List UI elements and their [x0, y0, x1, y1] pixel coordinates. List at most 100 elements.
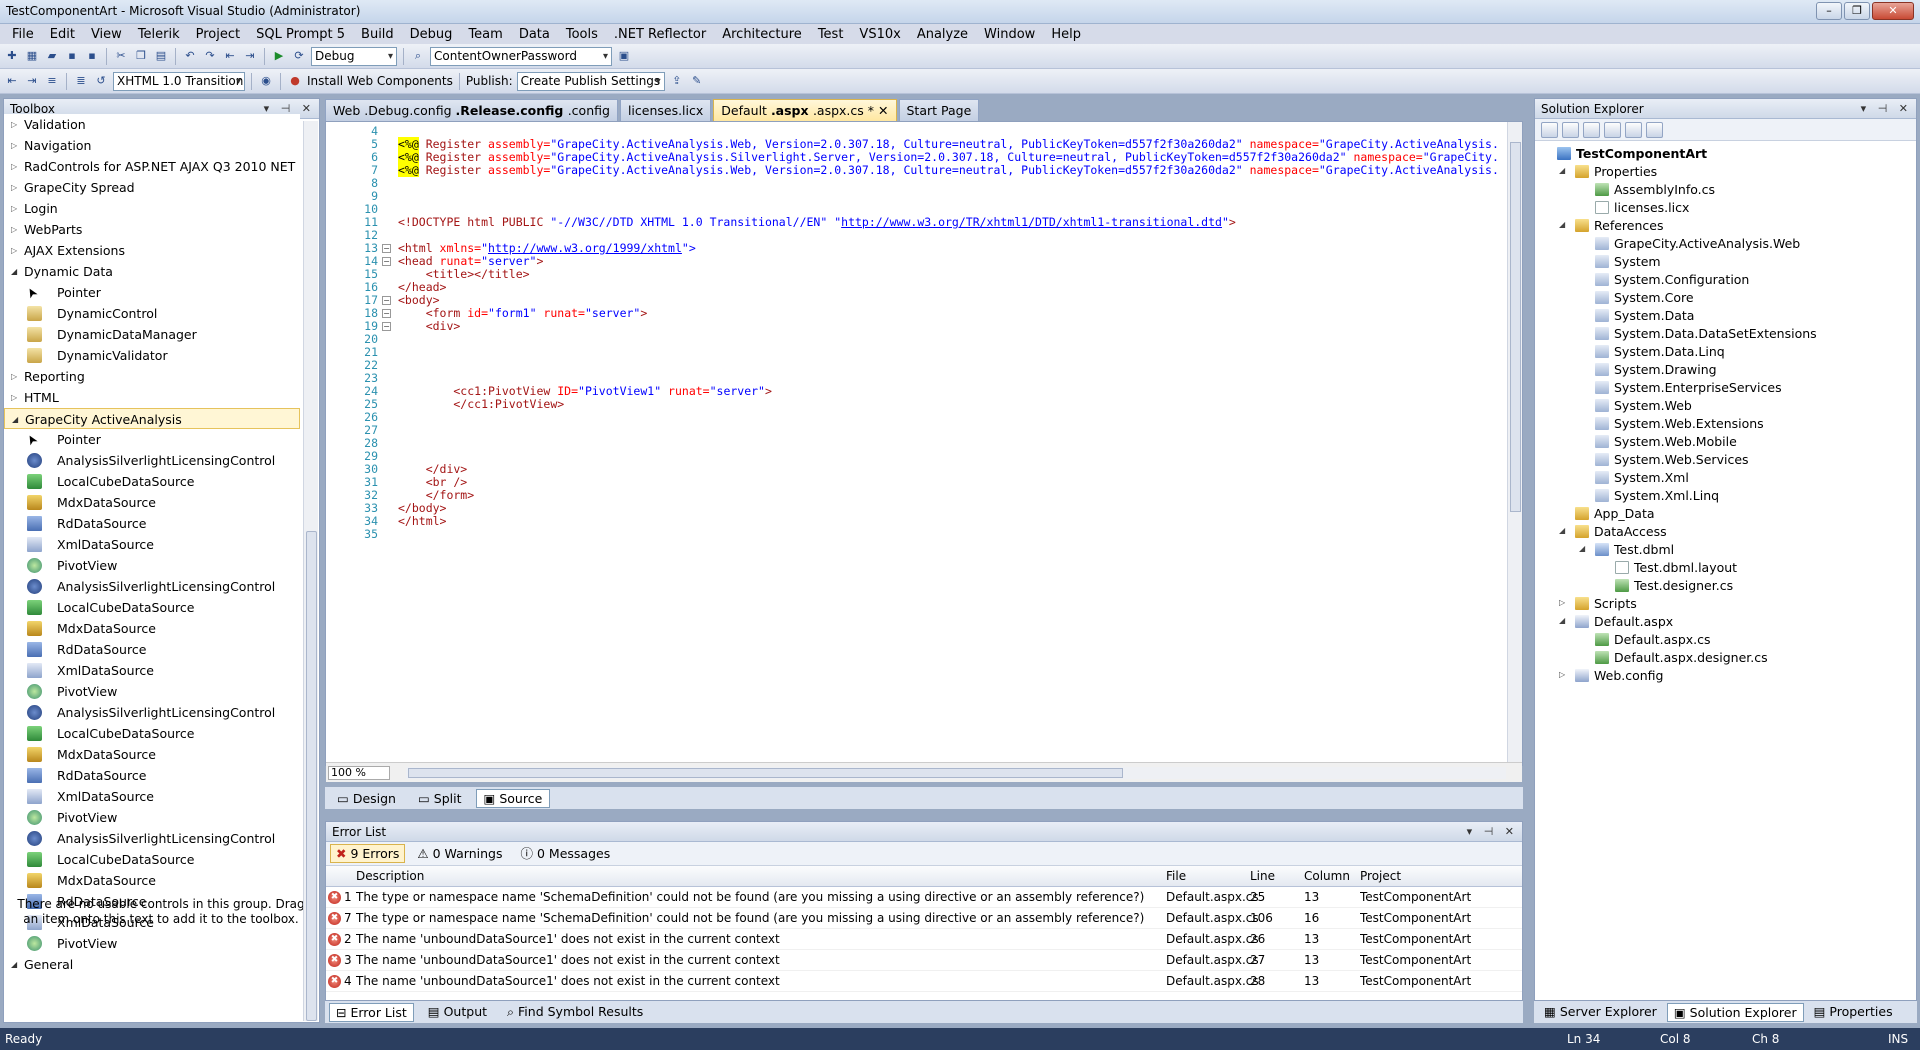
solution-node[interactable]: Test.designer.cs: [1615, 577, 1733, 595]
menu-item[interactable]: Build: [353, 27, 402, 42]
menu-item[interactable]: Debug: [402, 27, 461, 42]
toolbox-item[interactable]: MdxDataSource: [4, 618, 300, 639]
explorer-tab[interactable]: ▣ Solution Explorer: [1666, 1002, 1804, 1022]
minimize-button[interactable]: –: [1816, 2, 1842, 20]
toolbox-item[interactable]: PivotView: [4, 681, 300, 702]
solution-node[interactable]: System: [1595, 253, 1661, 271]
toolbox-group-selected[interactable]: GrapeCity ActiveAnalysis: [4, 408, 300, 430]
save-all-icon[interactable]: ▪: [84, 48, 100, 64]
toolbox-item[interactable]: RdDataSource: [4, 639, 300, 660]
menu-item[interactable]: Telerik: [130, 27, 188, 42]
solution-node[interactable]: Default.aspx: [1575, 613, 1673, 631]
toolbox-item[interactable]: XmlDataSource: [4, 660, 300, 681]
menu-item[interactable]: Architecture: [714, 27, 810, 42]
toolbox-group-expanded[interactable]: Dynamic Data: [4, 261, 300, 282]
tool-tab[interactable]: ⌕ Find Symbol Results: [501, 1003, 649, 1022]
column-header-file[interactable]: File: [1166, 866, 1186, 887]
solution-node[interactable]: TestComponentArt: [1557, 145, 1707, 163]
toolbox-item[interactable]: MdxDataSource: [4, 870, 300, 891]
collapse-icon[interactable]: ◢: [1559, 166, 1565, 175]
table-row[interactable]: ✖ 3 The name 'unboundDataSource1' does not…: [326, 950, 1522, 971]
toolbox-item[interactable]: MdxDataSource: [4, 744, 300, 765]
menu-item[interactable]: Team: [460, 27, 510, 42]
toolbox-item[interactable]: LocalCubeDataSource: [4, 723, 300, 744]
toolbox-item[interactable]: AnalysisSilverlightLicensingControl: [4, 450, 300, 471]
explorer-tab[interactable]: ▦ Server Explorer: [1538, 1003, 1663, 1022]
tool-tab[interactable]: ⊟ Error List: [329, 1002, 414, 1022]
editor-vertical-scrollbar[interactable]: [1507, 122, 1522, 762]
cut-icon[interactable]: ✂: [113, 48, 129, 64]
solution-explorer-icon[interactable]: ▣: [616, 48, 632, 64]
expand-icon[interactable]: ▷: [1559, 670, 1565, 679]
attach-icon[interactable]: ⟳: [291, 48, 307, 64]
tool-tab[interactable]: ▤ Output: [422, 1003, 493, 1022]
toolbox-item[interactable]: PivotView: [4, 555, 300, 576]
solution-node[interactable]: System.Web: [1595, 397, 1692, 415]
undo-icon[interactable]: ↶: [182, 48, 198, 64]
solution-node[interactable]: System.Drawing: [1595, 361, 1717, 379]
fold-toggle-icon[interactable]: −: [382, 309, 391, 318]
toolbox-group-expanded[interactable]: General: [4, 954, 300, 975]
toolbox-item[interactable]: LocalCubeDataSource: [4, 597, 300, 618]
toolbox-group[interactable]: GrapeCity Spread: [4, 177, 300, 198]
browser-icon[interactable]: ◉: [258, 73, 274, 89]
menu-item[interactable]: Window: [976, 27, 1043, 42]
toolbox-item[interactable]: AnalysisSilverlightLicensingControl: [4, 702, 300, 723]
editor-horizontal-scrollbar[interactable]: [406, 767, 1506, 779]
solution-node[interactable]: System.Xml: [1595, 469, 1689, 487]
toolbox-item[interactable]: MdxDataSource: [4, 492, 300, 513]
save-icon[interactable]: ▪: [64, 48, 80, 64]
document-tab[interactable]: Start Page: [898, 99, 980, 121]
collapse-icon[interactable]: ◢: [1559, 220, 1565, 229]
outdent-icon[interactable]: ⇤: [4, 73, 20, 89]
start-debugging-icon[interactable]: ▶: [271, 48, 287, 64]
code-editor[interactable]: 4 5 6 7 8 9 10 11 12 13−14−15 16 17−18−19−20 21 22 23 2…: [325, 121, 1523, 782]
install-components-icon[interactable]: ●: [287, 73, 303, 89]
zoom-select[interactable]: 100 %: [328, 766, 390, 780]
collapse-icon[interactable]: ◢: [1579, 544, 1585, 553]
solution-node[interactable]: System.Configuration: [1595, 271, 1749, 289]
solution-node[interactable]: System.Web.Mobile: [1595, 433, 1737, 451]
toolbox-item[interactable]: PivotView: [4, 807, 300, 828]
toolbox-item[interactable]: AnalysisSilverlightLicensingControl: [4, 576, 300, 597]
document-tab[interactable]: Default .aspx .aspx.cs * ✕: [713, 99, 897, 121]
toolbox-item[interactable]: Pointer: [4, 282, 300, 303]
solution-node[interactable]: Default.aspx.designer.cs: [1595, 649, 1768, 667]
solution-node[interactable]: Test.dbml: [1595, 541, 1674, 559]
error-filter-button[interactable]: ⓘ 0 Messages: [514, 844, 616, 863]
view-tab-split[interactable]: ▭ Split: [410, 789, 470, 808]
toolbox-group[interactable]: Validation: [4, 114, 300, 135]
fold-toggle-icon[interactable]: −: [382, 257, 391, 266]
new-project-icon[interactable]: ✚: [4, 48, 20, 64]
install-web-components-button[interactable]: Install Web Components: [307, 74, 453, 88]
collapse-icon[interactable]: ◢: [1559, 616, 1565, 625]
fold-toggle-icon[interactable]: −: [382, 244, 391, 253]
solution-node[interactable]: System.Data.DataSetExtensions: [1595, 325, 1817, 343]
add-item-icon[interactable]: ▦: [24, 48, 40, 64]
error-filter-button[interactable]: ⚠ 0 Warnings: [411, 844, 508, 863]
table-row[interactable]: ✖ 7 The type or namespace name 'SchemaDefi…: [326, 908, 1522, 929]
solution-node[interactable]: Test.dbml.layout: [1615, 559, 1737, 577]
solution-node[interactable]: AssemblyInfo.cs: [1595, 181, 1715, 199]
menu-item[interactable]: .NET Reflector: [606, 27, 714, 42]
solution-node[interactable]: System.Xml.Linq: [1595, 487, 1719, 505]
properties-icon[interactable]: [1541, 121, 1558, 138]
solution-node[interactable]: System.Data.Linq: [1595, 343, 1725, 361]
toolbox-group[interactable]: Reporting: [4, 366, 300, 387]
view-tab-design[interactable]: ▭ Design: [329, 789, 404, 808]
explorer-tab[interactable]: ▤ Properties: [1808, 1003, 1899, 1022]
solution-configuration-select[interactable]: Debug: [311, 46, 397, 66]
solution-node[interactable]: licenses.licx: [1595, 199, 1689, 217]
toolbox-group[interactable]: WebParts: [4, 219, 300, 240]
toolbox-item[interactable]: XmlDataSource: [4, 534, 300, 555]
uncomment-icon[interactable]: ↺: [93, 73, 109, 89]
solution-node[interactable]: Web.config: [1575, 667, 1663, 685]
column-header-project[interactable]: Project: [1360, 866, 1401, 887]
show-all-files-icon[interactable]: [1562, 121, 1579, 138]
toolbox-group[interactable]: Navigation: [4, 135, 300, 156]
menu-item[interactable]: Test: [810, 27, 852, 42]
solution-node[interactable]: Properties: [1575, 163, 1657, 181]
pane-pin-icon[interactable]: ▾ ⊣ ✕: [1467, 822, 1518, 842]
format-icon[interactable]: ≡: [44, 73, 60, 89]
menu-item[interactable]: Help: [1043, 27, 1089, 42]
